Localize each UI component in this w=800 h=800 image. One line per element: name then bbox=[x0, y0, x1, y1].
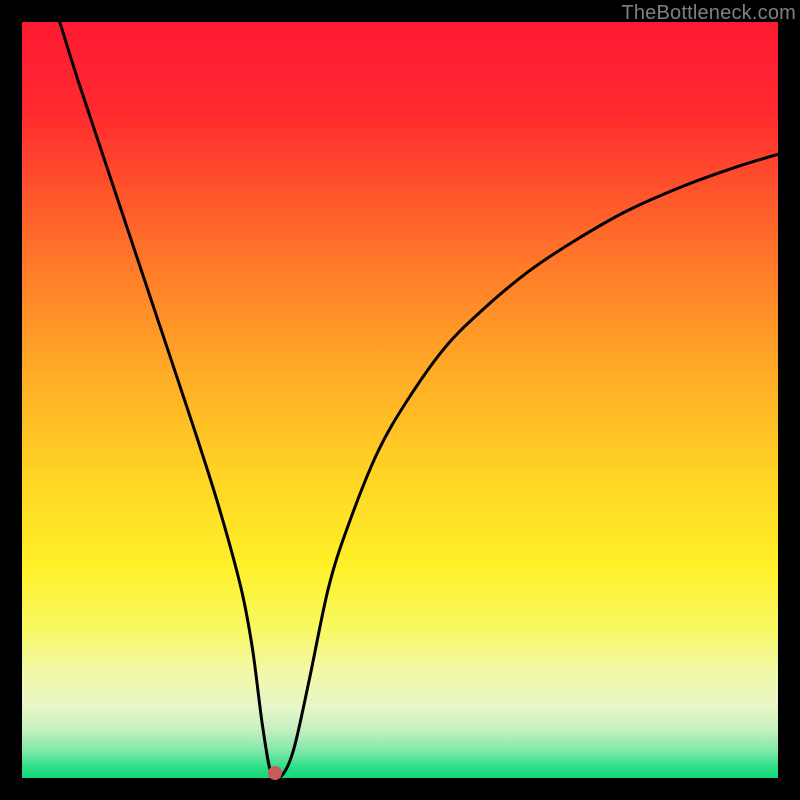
plot-area bbox=[22, 22, 778, 778]
curve-layer bbox=[22, 22, 778, 778]
bottleneck-curve bbox=[60, 22, 778, 778]
optimal-point-marker bbox=[268, 766, 282, 780]
chart-frame: TheBottleneck.com bbox=[22, 0, 800, 778]
